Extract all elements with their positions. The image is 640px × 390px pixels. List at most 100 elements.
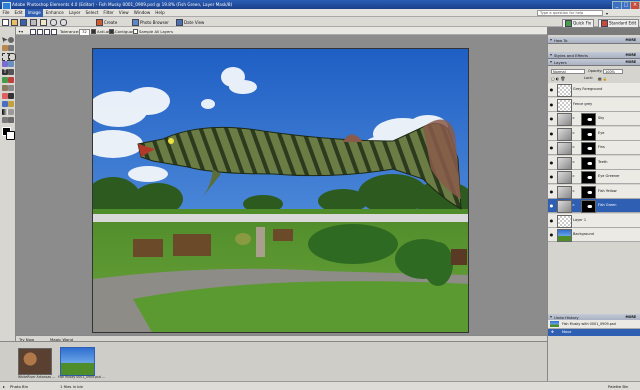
email-icon[interactable] — [40, 19, 48, 26]
layer-row[interactable]: ● ∞ Fish Yellow — [548, 184, 640, 199]
layers-more-button[interactable]: MORE — [625, 60, 636, 65]
menu-file[interactable]: File — [0, 9, 12, 17]
lock-icons[interactable]: ▦ 🔒 — [598, 76, 608, 81]
mask-link-icon[interactable]: ∞ — [572, 189, 575, 193]
standard-edit-icon — [601, 19, 608, 27]
mask-link-icon[interactable]: ∞ — [572, 131, 575, 135]
selection-mode-icons[interactable] — [30, 28, 58, 35]
visibility-eye-icon[interactable]: ● — [549, 116, 554, 121]
adjustment-layer-icon[interactable]: ◐ — [556, 76, 559, 81]
visibility-eye-icon[interactable]: ● — [549, 218, 554, 223]
sponge-tool-icon[interactable] — [8, 117, 14, 123]
document-photo[interactable] — [92, 48, 469, 333]
visibility-eye-icon[interactable]: ● — [549, 160, 554, 165]
sample-all-layers-checkbox[interactable]: Sample All Layers — [133, 29, 173, 34]
opacity-input[interactable]: 100% — [603, 69, 623, 74]
pencil-icon[interactable] — [8, 93, 14, 99]
menu-layer[interactable]: Layer — [66, 9, 83, 17]
menu-enhance[interactable]: Enhance — [43, 9, 66, 17]
layer-mask-thumbnail[interactable] — [581, 156, 596, 170]
zoom-tool-icon[interactable] — [8, 37, 14, 43]
red-eye-icon[interactable] — [8, 77, 14, 83]
layer-mask-thumbnail[interactable] — [581, 142, 596, 155]
styles-more-button[interactable]: MORE — [625, 53, 636, 58]
layer-mask-thumbnail[interactable] — [581, 171, 596, 184]
layer-mask-thumbnail[interactable] — [581, 200, 596, 213]
layer-row[interactable]: ● ∞ Sky — [548, 112, 640, 126]
layer-row[interactable]: ● ∞ Teeth — [548, 155, 640, 170]
layer-mask-thumbnail[interactable] — [581, 113, 596, 126]
layer-mask-thumbnail[interactable] — [581, 185, 596, 199]
open-icon[interactable] — [11, 19, 19, 26]
lasso-tool-icon[interactable] — [8, 53, 16, 61]
layer-name: Background — [573, 232, 594, 236]
new-layer-icon[interactable]: ▢ — [551, 76, 555, 81]
create-button[interactable]: Create — [96, 19, 117, 26]
standard-edit-button[interactable]: Standard Edit — [598, 18, 640, 28]
visibility-eye-icon[interactable]: ● — [549, 102, 554, 107]
layer-row[interactable]: ● Layer 1 — [548, 213, 640, 228]
layer-row[interactable]: ● ∞ Eye Greener — [548, 170, 640, 184]
new-file-icon[interactable] — [2, 19, 10, 26]
paint-bucket-icon[interactable] — [8, 101, 14, 107]
bin-thumbnail-2[interactable] — [60, 347, 95, 376]
help-arrow-icon[interactable]: ▾ — [606, 11, 608, 16]
date-view-button[interactable]: Date View — [176, 19, 204, 26]
mask-link-icon[interactable]: ∞ — [572, 145, 575, 149]
undo-item-2[interactable]: ✥ Move — [548, 329, 640, 336]
photo-bin-label[interactable]: Photo Bin — [10, 384, 28, 389]
magic-wand-icon[interactable]: ✦▾ — [18, 29, 23, 34]
visibility-eye-icon[interactable]: ● — [549, 145, 554, 150]
undo-item-1[interactable]: Fish Musky with 0001_0909.psd — [548, 320, 640, 329]
menu-view[interactable]: View — [116, 9, 131, 17]
step-forward-icon[interactable] — [60, 19, 68, 26]
save-icon[interactable] — [20, 19, 28, 26]
mask-link-icon[interactable]: ∞ — [572, 116, 575, 120]
shape-tool-icon[interactable] — [8, 109, 14, 115]
mask-link-icon[interactable]: ∞ — [572, 160, 575, 164]
eyedropper-tool-icon[interactable] — [8, 45, 14, 51]
visibility-eye-icon[interactable]: ● — [549, 174, 554, 179]
selection-brush-icon[interactable] — [8, 61, 14, 67]
menu-edit[interactable]: Edit — [12, 9, 25, 17]
visibility-eye-icon[interactable]: ● — [549, 203, 554, 208]
visibility-eye-icon[interactable]: ● — [549, 87, 554, 92]
menu-window[interactable]: Window — [131, 9, 153, 17]
visibility-eye-icon[interactable]: ● — [549, 189, 554, 194]
photo-browser-button[interactable]: Photo Browser — [132, 19, 169, 26]
background-color-swatch[interactable] — [6, 131, 15, 140]
photo-bin-toggle-icon[interactable]: ▸ — [3, 384, 5, 389]
layer-row[interactable]: ● ∞ Fins — [548, 141, 640, 155]
mask-link-icon[interactable]: ∞ — [572, 174, 575, 178]
layer-row[interactable]: ● ∞ Fish Green — [548, 199, 640, 213]
layers-palette-header[interactable]: Layers MORE — [548, 59, 640, 66]
menu-help[interactable]: Help — [153, 9, 168, 17]
step-backward-icon[interactable] — [50, 19, 58, 26]
palette-bin-label[interactable]: Palette Bin — [608, 384, 628, 389]
print-icon[interactable] — [30, 19, 38, 26]
menu-image[interactable]: Image — [25, 9, 44, 17]
layer-row[interactable]: ● ∞ Eye — [548, 126, 640, 141]
layer-row[interactable]: ● Fence grey — [548, 97, 640, 112]
menu-filter[interactable]: Filter — [101, 9, 116, 17]
mask-link-icon[interactable]: ∞ — [572, 203, 575, 207]
layer-mask-thumbnail[interactable] — [581, 127, 596, 141]
bin-thumbnail-1[interactable] — [18, 348, 52, 375]
styles-palette-header[interactable]: Styles and Effects MORE — [548, 52, 640, 59]
menu-select[interactable]: Select — [83, 9, 101, 17]
how-to-more-button[interactable]: MORE — [625, 38, 636, 43]
help-search-input[interactable]: Type a question for help — [537, 10, 603, 16]
clone-stamp-icon[interactable] — [8, 85, 14, 91]
musky-fish-photo — [93, 49, 468, 332]
layer-row[interactable]: ● Grey Foreground — [548, 83, 640, 97]
blend-mode-select[interactable]: Normal — [551, 69, 585, 74]
tool-options-bar: ✦▾ Tolerance: 32 Anti-alias Contiguous S… — [0, 27, 547, 36]
layer-row[interactable]: ● Background — [548, 228, 640, 242]
undo-more-button[interactable]: MORE — [625, 315, 636, 320]
delete-layer-icon[interactable]: 🗑 — [560, 76, 565, 81]
quick-fix-button[interactable]: Quick Fix — [562, 18, 595, 28]
visibility-eye-icon[interactable]: ● — [549, 232, 554, 237]
how-to-palette-header[interactable]: How To MORE — [548, 37, 640, 44]
crop-tool-icon[interactable] — [8, 69, 14, 75]
visibility-eye-icon[interactable]: ● — [549, 131, 554, 136]
